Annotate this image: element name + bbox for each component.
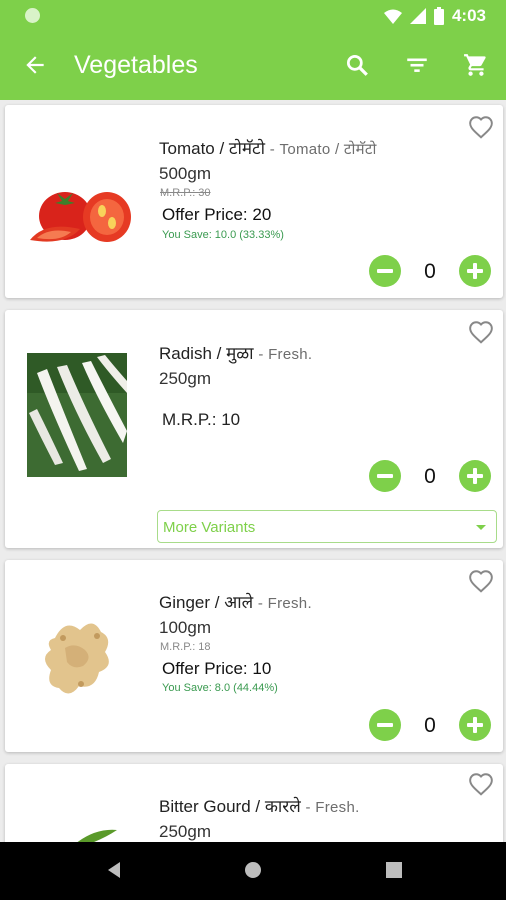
you-save: You Save: 10.0 (33.33%): [162, 229, 284, 241]
nav-home-icon[interactable]: [243, 860, 263, 880]
notification-dot-icon: [25, 8, 40, 23]
page-title: Vegetables: [74, 51, 198, 79]
search-icon[interactable]: [344, 52, 370, 78]
product-subtitle: - Fresh.: [305, 799, 360, 816]
offer-price: Offer Price: 20: [162, 205, 272, 224]
favorite-heart-icon[interactable]: [468, 320, 494, 344]
product-title: Bitter Gourd / कारले: [159, 797, 301, 816]
you-save: You Save: 8.0 (44.44%): [162, 682, 278, 694]
offer-price: Offer Price: 10: [162, 659, 272, 678]
favorite-heart-icon[interactable]: [468, 772, 494, 796]
product-list[interactable]: Tomato / टोमॅटो - Tomato / टोमॅटो 500gm …: [0, 100, 506, 842]
product-title: Ginger / आले: [159, 593, 254, 612]
decrease-quantity-button[interactable]: [369, 255, 401, 287]
mrp-struck: M.R.P.: 18: [160, 641, 211, 653]
decrease-quantity-button[interactable]: [369, 460, 401, 492]
increase-quantity-button[interactable]: [459, 255, 491, 287]
product-title: Tomato / टोमॅटो: [159, 139, 266, 158]
increase-quantity-button[interactable]: [459, 460, 491, 492]
product-card-radish[interactable]: Radish / मुळा - Fresh. 250gm M.R.P.: 10 …: [5, 310, 503, 548]
mrp-price: M.R.P.: 10: [162, 410, 241, 429]
quantity-value: 0: [424, 260, 436, 283]
status-bar: 4:03: [0, 0, 506, 32]
favorite-heart-icon[interactable]: [468, 115, 494, 139]
cart-icon[interactable]: [463, 52, 489, 78]
quantity-value: 0: [424, 465, 436, 488]
product-card-ginger[interactable]: Ginger / आले - Fresh. 100gm M.R.P.: 18 O…: [5, 560, 503, 752]
ginger-image: [45, 623, 109, 694]
product-card-bitter-gourd[interactable]: Bitter Gourd / कारले - Fresh. 250gm: [5, 764, 503, 842]
product-subtitle: - Fresh.: [258, 346, 313, 363]
dropdown-arrow-icon: [476, 525, 486, 530]
quantity-value: 0: [424, 714, 436, 737]
filter-icon[interactable]: [404, 52, 430, 78]
status-time: 4:03: [451, 6, 486, 25]
radish-image: [27, 353, 127, 477]
product-weight: 500gm: [159, 164, 211, 183]
product-name: Radish / मुळा - Fresh.: [159, 341, 312, 364]
status-icons: 4:03: [383, 6, 486, 26]
app-bar: Vegetables: [0, 32, 506, 100]
product-weight: 100gm: [159, 618, 211, 637]
mrp-struck: M.R.P.: 30: [160, 187, 211, 199]
back-arrow-icon[interactable]: [22, 52, 48, 78]
signal-icon: [409, 8, 426, 24]
more-variants-dropdown[interactable]: More Variants: [157, 510, 497, 543]
product-title: Radish / मुळा: [159, 344, 254, 363]
tomato-image: [30, 192, 131, 242]
more-variants-label: More Variants: [163, 519, 256, 536]
battery-icon: [433, 7, 444, 25]
product-name: Ginger / आले - Fresh.: [159, 590, 312, 613]
product-name: Bitter Gourd / कारले - Fresh.: [159, 794, 360, 817]
decrease-quantity-button[interactable]: [369, 709, 401, 741]
product-subtitle: - Fresh.: [257, 595, 312, 612]
product-card-tomato[interactable]: Tomato / टोमॅटो - Tomato / टोमॅटो 500gm …: [5, 105, 503, 298]
wifi-icon: [383, 9, 402, 24]
product-subtitle: - Tomato / टोमॅटो: [269, 141, 377, 158]
favorite-heart-icon[interactable]: [468, 569, 494, 593]
system-navigation-bar: [0, 842, 506, 900]
product-weight: 250gm: [159, 369, 211, 388]
bitter-gourd-image: [77, 829, 117, 842]
nav-back-icon[interactable]: [104, 860, 124, 880]
product-weight: 250gm: [159, 822, 211, 841]
increase-quantity-button[interactable]: [459, 709, 491, 741]
product-name: Tomato / टोमॅटो - Tomato / टोमॅटो: [159, 136, 377, 159]
nav-recents-icon[interactable]: [384, 860, 404, 880]
